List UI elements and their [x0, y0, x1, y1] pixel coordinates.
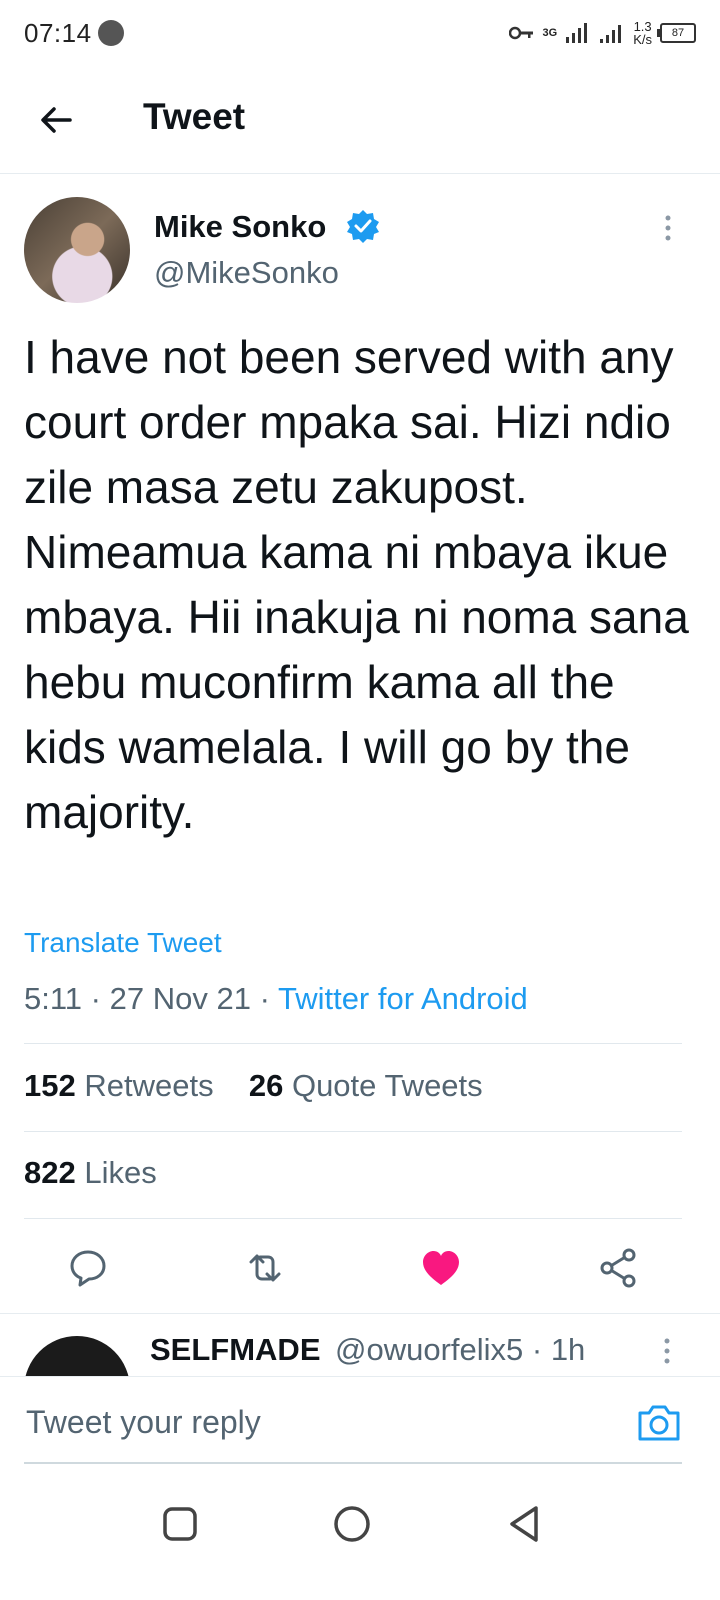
- retweets-label: Retweets: [84, 1068, 214, 1103]
- tweet-meta: 5:11 · 27 Nov 21 · Twitter for Android: [24, 981, 528, 1017]
- likes-label: Likes: [84, 1155, 157, 1190]
- top-app-bar: Tweet: [0, 66, 720, 174]
- like-icon[interactable]: [419, 1246, 463, 1290]
- network-speed: 1.3 K/s: [633, 20, 652, 46]
- home-icon[interactable]: [330, 1502, 374, 1546]
- retweet-stats[interactable]: 152 Retweets 26 Quote Tweets: [24, 1068, 483, 1104]
- author-avatar[interactable]: [24, 197, 130, 303]
- network-type: 3G: [542, 27, 558, 39]
- quote-tweets-label: Quote Tweets: [291, 1068, 483, 1103]
- tweet-source-link[interactable]: Twitter for Android: [278, 981, 528, 1016]
- tweet-actions: [0, 1232, 720, 1302]
- key-icon: [508, 26, 533, 40]
- retweets-count: 152: [24, 1068, 76, 1103]
- likes-count: 822: [24, 1155, 76, 1190]
- meta-separator: ·: [259, 981, 270, 1016]
- quote-tweets-count: 26: [248, 1068, 284, 1103]
- share-icon[interactable]: [596, 1246, 640, 1290]
- battery-icon: 87: [657, 23, 696, 43]
- status-time: 07:14: [24, 17, 92, 48]
- author-handle[interactable]: @MikeSonko: [154, 255, 339, 291]
- battery-level: 87: [671, 27, 685, 39]
- divider: [24, 1043, 682, 1044]
- more-options-icon[interactable]: [658, 1336, 676, 1366]
- divider: [24, 1218, 682, 1219]
- status-bar: 07:14 3G 1.3 K/s 87: [0, 0, 720, 66]
- author-name[interactable]: Mike Sonko: [154, 209, 326, 245]
- verified-badge-icon: [347, 210, 379, 243]
- speed-unit: K/s: [633, 32, 652, 47]
- reply-composer: [0, 1376, 720, 1466]
- translate-tweet-link[interactable]: Translate Tweet: [24, 927, 222, 959]
- status-right: 3G 1.3 K/s 87: [508, 20, 696, 46]
- camera-icon[interactable]: [636, 1403, 682, 1443]
- meta-separator: ·: [90, 981, 101, 1016]
- reply-item[interactable]: SELFMADE @owuorfelix5 · 1h: [0, 1314, 720, 1376]
- page-title: Tweet: [143, 96, 246, 137]
- reply-avatar[interactable]: [24, 1336, 130, 1376]
- reply-icon[interactable]: [66, 1246, 110, 1290]
- tweet-time: 5:11: [24, 981, 83, 1016]
- reply-input[interactable]: [24, 1383, 608, 1461]
- recents-icon[interactable]: [158, 1502, 202, 1546]
- back-triangle-icon[interactable]: [502, 1502, 546, 1546]
- more-options-icon[interactable]: [658, 213, 678, 243]
- tweet-text: I have not been served with any court or…: [24, 331, 689, 838]
- likes-stats[interactable]: 822 Likes: [24, 1155, 157, 1191]
- signal-icon: [566, 23, 588, 43]
- signal-2-icon: [600, 25, 622, 43]
- reply-author-handle: @owuorfelix5 · 1h: [335, 1332, 586, 1367]
- reply-underline: [24, 1462, 682, 1464]
- reply-author-name[interactable]: SELFMADE: [150, 1332, 321, 1368]
- divider: [24, 1131, 682, 1132]
- system-nav-bar: [0, 1480, 720, 1600]
- retweet-icon[interactable]: [243, 1246, 287, 1290]
- notification-dot-icon: [97, 20, 124, 46]
- tweet-date: 27 Nov 21: [109, 981, 251, 1016]
- back-arrow-icon[interactable]: [34, 98, 78, 142]
- status-left: 07:14: [24, 18, 124, 49]
